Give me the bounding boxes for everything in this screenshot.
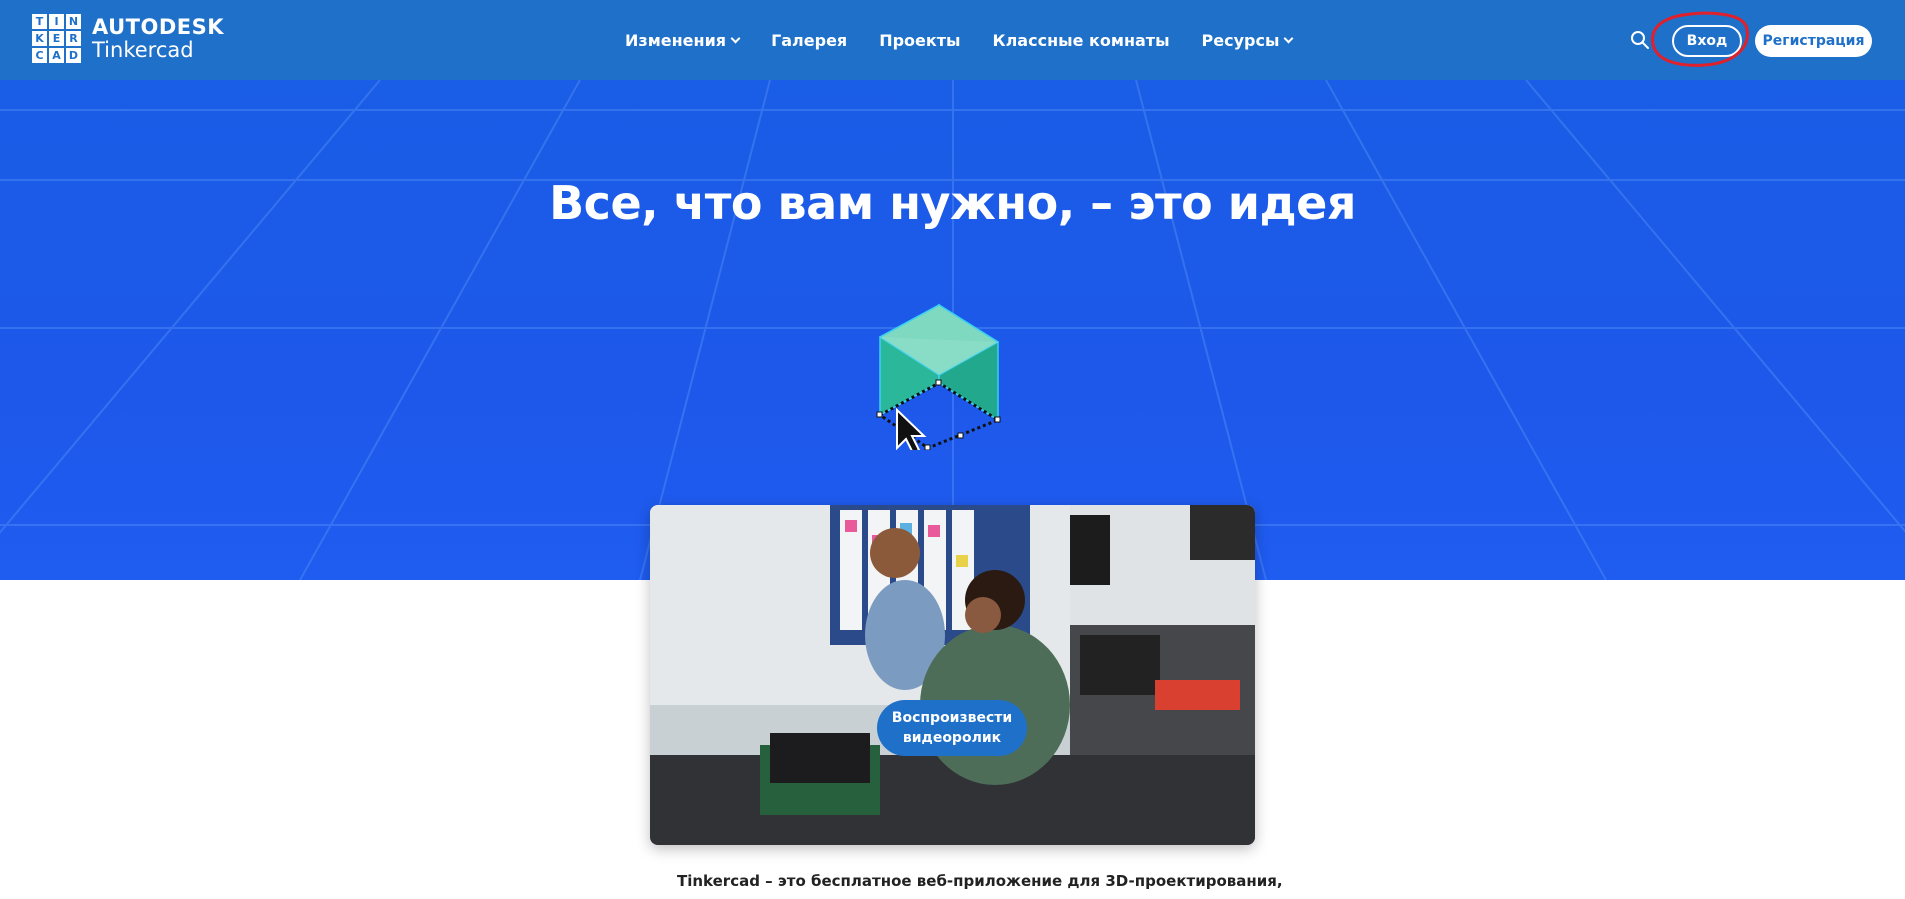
- logo-letter: I: [49, 14, 64, 29]
- chevron-down-icon: [1283, 33, 1294, 43]
- logo-brand: AUTODESK: [92, 15, 225, 39]
- video-thumbnail[interactable]: Воспроизвести видеоролик: [650, 505, 1255, 845]
- nav-item-label: Изменения: [625, 30, 727, 50]
- mouse-cursor-icon: [896, 407, 927, 450]
- signup-button[interactable]: Регистрация: [1755, 25, 1872, 57]
- logo-letter-grid: T I N K E R C A D: [32, 14, 81, 64]
- 3d-cube-illustration: [876, 303, 1002, 450]
- classroom-photo: [650, 505, 1255, 845]
- play-video-button[interactable]: Воспроизвести видеоролик: [877, 700, 1027, 756]
- logo-letter: A: [49, 48, 64, 63]
- intro-paragraph: Tinkercad – это бесплатное веб-приложени…: [677, 872, 1283, 890]
- chevron-down-icon: [730, 33, 741, 43]
- logo-letter: E: [49, 31, 64, 46]
- logo-product: Tinkercad: [92, 38, 194, 62]
- logo-letter: C: [32, 48, 47, 63]
- hero-title: Все, что вам нужно, – это идея: [549, 176, 1356, 230]
- nav-item-label: Классные комнаты: [992, 30, 1170, 50]
- play-video-label-line2: видеоролик: [902, 730, 1002, 746]
- logo-letter: K: [32, 31, 47, 46]
- logo-letter: D: [66, 48, 81, 63]
- play-video-label-line1: Воспроизвести: [891, 710, 1013, 726]
- tinkercad-logo[interactable]: T I N K E R C A D AUTODESK Tinkercad: [32, 14, 224, 64]
- main-nav: Изменения Галерея Проекты Классные комна…: [625, 0, 1324, 80]
- top-navigation-bar: T I N K E R C A D AUTODESK Tinkercad Изм…: [0, 0, 1905, 80]
- nav-item-label: Ресурсы: [1201, 30, 1280, 50]
- nav-item-projects[interactable]: Проекты: [879, 31, 960, 50]
- nav-item-gallery[interactable]: Галерея: [771, 31, 847, 50]
- nav-item-changes[interactable]: Изменения: [625, 30, 741, 50]
- logo-wordmark: AUTODESK Tinkercad: [92, 17, 224, 61]
- nav-item-label: Галерея: [771, 30, 848, 50]
- logo-letter: N: [66, 14, 81, 29]
- logo-letter: T: [32, 14, 47, 29]
- nav-item-classrooms[interactable]: Классные комнаты: [993, 31, 1170, 50]
- logo-letter: R: [66, 31, 81, 46]
- nav-item-label: Проекты: [879, 30, 961, 50]
- search-icon[interactable]: [1630, 30, 1650, 50]
- login-button[interactable]: Вход: [1672, 25, 1742, 57]
- nav-item-resources[interactable]: Ресурсы: [1201, 30, 1294, 50]
